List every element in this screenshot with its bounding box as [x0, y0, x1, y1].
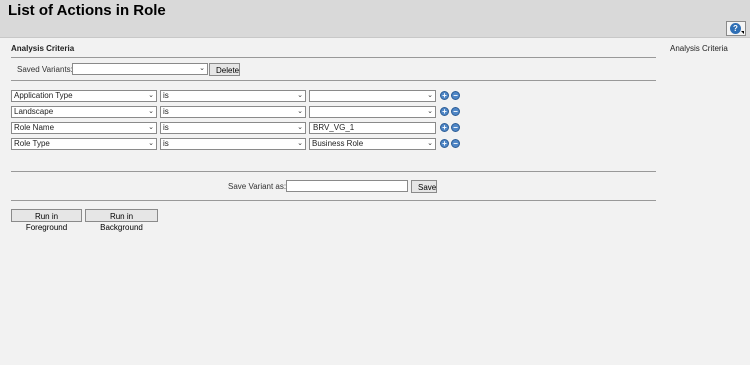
chevron-down-icon: ⌄: [297, 108, 303, 115]
criteria-operator-select[interactable]: is ⌄: [160, 106, 306, 118]
divider: [11, 200, 656, 201]
criteria-operator-select[interactable]: is ⌄: [160, 90, 306, 102]
help-icon: ?: [730, 23, 741, 34]
criteria-value-select[interactable]: Business Role ⌄: [309, 138, 436, 150]
criteria-value-select[interactable]: ⌄: [309, 106, 436, 118]
criteria-field-select[interactable]: Application Type ⌄: [11, 90, 157, 102]
saved-variants-select[interactable]: ⌄: [72, 63, 208, 75]
chevron-down-icon: ⌄: [297, 140, 303, 147]
chevron-down-icon: ⌄: [427, 140, 433, 147]
chevron-down-icon: ⌄: [427, 92, 433, 99]
criteria-field-select[interactable]: Role Name ⌄: [11, 122, 157, 134]
criteria-field-select[interactable]: Role Type ⌄: [11, 138, 157, 150]
run-in-background-button[interactable]: Run in Background: [85, 209, 158, 232]
divider: [11, 80, 656, 81]
chevron-down-icon: ⌄: [148, 108, 154, 115]
criteria-value-select[interactable]: ⌄: [309, 90, 436, 102]
chevron-down-icon: ⌄: [148, 92, 154, 99]
criteria-field-value: Application Type: [14, 91, 73, 100]
run-in-foreground-button[interactable]: Run in Foreground: [11, 209, 82, 232]
chevron-down-icon: ⌄: [199, 65, 205, 72]
save-variant-button[interactable]: Save: [411, 180, 437, 193]
save-variant-label: Save Variant as:: [228, 182, 287, 191]
page-title: List of Actions in Role: [8, 2, 166, 19]
add-criteria-icon[interactable]: +: [440, 139, 449, 148]
criteria-operator-select[interactable]: is ⌄: [160, 138, 306, 150]
criteria-operator-value: is: [163, 139, 169, 148]
chevron-down-icon: ⌄: [297, 92, 303, 99]
criteria-operator-select[interactable]: is ⌄: [160, 122, 306, 134]
criteria-value-input[interactable]: BRV_VG_1: [309, 122, 436, 134]
criteria-operator-value: is: [163, 123, 169, 132]
help-button[interactable]: ?: [726, 21, 746, 36]
delete-variant-button[interactable]: Delete: [209, 63, 240, 76]
side-panel-title: Analysis Criteria: [670, 44, 728, 53]
remove-criteria-icon[interactable]: −: [451, 107, 460, 116]
add-criteria-icon[interactable]: +: [440, 91, 449, 100]
chevron-down-icon: ⌄: [148, 140, 154, 147]
criteria-value: Business Role: [312, 139, 364, 148]
criteria-field-value: Landscape: [14, 107, 54, 116]
remove-criteria-icon[interactable]: −: [451, 91, 460, 100]
criteria-operator-value: is: [163, 107, 169, 116]
criteria-operator-value: is: [163, 91, 169, 100]
saved-variants-label: Saved Variants:: [17, 65, 73, 74]
page-header: List of Actions in Role ?: [0, 0, 750, 38]
divider: [11, 57, 656, 58]
criteria-field-value: Role Name: [14, 123, 55, 132]
chevron-down-icon: ⌄: [148, 124, 154, 131]
chevron-down-icon: ⌄: [427, 108, 433, 115]
remove-criteria-icon[interactable]: −: [451, 139, 460, 148]
section-title: Analysis Criteria: [11, 44, 75, 53]
dropdown-corner-icon: [741, 31, 744, 34]
divider: [11, 171, 656, 172]
chevron-down-icon: ⌄: [297, 124, 303, 131]
criteria-field-value: Role Type: [14, 139, 50, 148]
add-criteria-icon[interactable]: +: [440, 107, 449, 116]
add-criteria-icon[interactable]: +: [440, 123, 449, 132]
save-variant-input[interactable]: [286, 180, 408, 192]
criteria-field-select[interactable]: Landscape ⌄: [11, 106, 157, 118]
remove-criteria-icon[interactable]: −: [451, 123, 460, 132]
